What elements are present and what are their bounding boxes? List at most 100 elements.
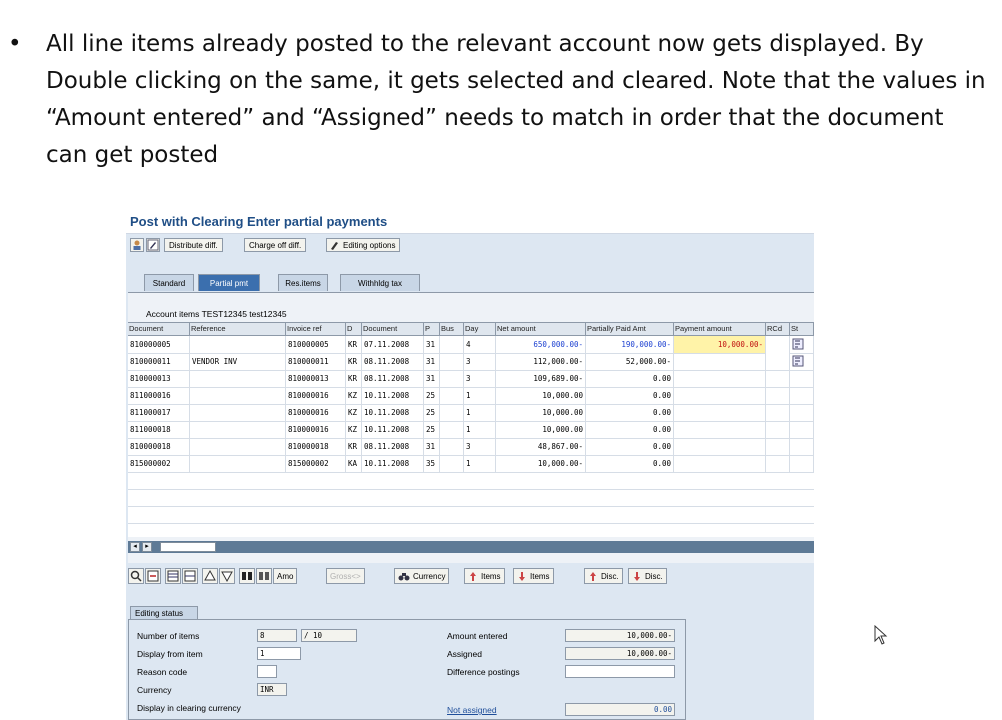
deactivate-items-icon[interactable] bbox=[256, 568, 272, 584]
not-assigned-link[interactable]: Not assigned bbox=[447, 705, 497, 715]
cell-rcd[interactable] bbox=[766, 353, 790, 370]
cell-net-amount: 48,867.00- bbox=[496, 438, 586, 455]
cell-invoice-ref: 810000016 bbox=[286, 404, 346, 421]
cell-st[interactable] bbox=[790, 404, 814, 421]
cell-st[interactable] bbox=[790, 336, 814, 353]
table-row[interactable]: 810000018 810000018 KR 08.11.2008 31 3 4… bbox=[128, 438, 814, 456]
cell-payment-amount[interactable] bbox=[674, 421, 766, 438]
cell-net-amount: 650,000.00- bbox=[496, 336, 586, 353]
cell-partially-paid: 0.00 bbox=[586, 387, 674, 404]
cell-payment-amount[interactable] bbox=[674, 353, 766, 370]
cell-st[interactable] bbox=[790, 421, 814, 438]
cell-day: 4 bbox=[464, 336, 496, 353]
col-d[interactable]: D bbox=[346, 323, 362, 335]
display-from-input[interactable]: 1 bbox=[257, 647, 301, 660]
deselect-all-icon[interactable] bbox=[182, 568, 198, 584]
cell-payment-amount[interactable] bbox=[674, 438, 766, 455]
find-icon[interactable] bbox=[128, 568, 144, 584]
sort-descending-icon[interactable] bbox=[219, 568, 235, 584]
activate-items-icon[interactable] bbox=[239, 568, 255, 584]
reason-code-input[interactable] bbox=[257, 665, 277, 678]
col-document[interactable]: Document bbox=[128, 323, 190, 335]
number-items-label: Number of items bbox=[137, 631, 200, 641]
empty-row bbox=[128, 489, 814, 507]
cell-rcd[interactable] bbox=[766, 421, 790, 438]
cell-rcd[interactable] bbox=[766, 438, 790, 455]
table-row[interactable]: 811000016 810000016 KZ 10.11.2008 25 1 1… bbox=[128, 387, 814, 405]
amount-button[interactable]: Amo bbox=[273, 568, 298, 584]
cell-bus bbox=[440, 336, 464, 353]
tab-res-items[interactable]: Res.items bbox=[278, 274, 328, 291]
scroll-left-icon[interactable]: ◂ bbox=[130, 542, 140, 552]
cell-reference bbox=[190, 455, 286, 472]
currency-button[interactable]: Currency bbox=[394, 568, 450, 584]
cell-payment-amount[interactable] bbox=[674, 370, 766, 387]
col-payment-amount[interactable]: Payment amount bbox=[674, 323, 766, 335]
sort-ascending-icon[interactable] bbox=[202, 568, 218, 584]
cell-date: 10.11.2008 bbox=[362, 421, 424, 438]
cell-reference bbox=[190, 421, 286, 438]
find-next-icon[interactable] bbox=[145, 568, 161, 584]
cell-payment-amount[interactable]: 10,000.00- bbox=[674, 336, 766, 353]
cell-date: 07.11.2008 bbox=[362, 336, 424, 353]
disc-last-button[interactable]: Disc. bbox=[628, 568, 667, 584]
scroll-right-icon[interactable]: ▸ bbox=[142, 542, 152, 552]
col-day[interactable]: Day bbox=[464, 323, 496, 335]
cell-day: 3 bbox=[464, 438, 496, 455]
tab-withholding-tax[interactable]: Withhldg tax bbox=[340, 274, 420, 291]
cell-payment-amount[interactable] bbox=[674, 404, 766, 421]
table-row[interactable]: 810000013 810000013 KR 08.11.2008 31 3 1… bbox=[128, 370, 814, 388]
tab-standard[interactable]: Standard bbox=[144, 274, 194, 291]
table-row[interactable]: 811000018 810000016 KZ 10.11.2008 25 1 1… bbox=[128, 421, 814, 439]
cell-rcd[interactable] bbox=[766, 336, 790, 353]
cell-bus bbox=[440, 404, 464, 421]
cell-invoice-ref: 815000002 bbox=[286, 455, 346, 472]
charge-off-diff-button[interactable]: Charge off diff. bbox=[244, 238, 307, 252]
cell-payment-amount[interactable] bbox=[674, 455, 766, 472]
cell-partially-paid: 0.00 bbox=[586, 421, 674, 438]
cell-st[interactable] bbox=[790, 455, 814, 472]
items-first-button[interactable]: Items bbox=[464, 568, 505, 584]
col-bus[interactable]: Bus bbox=[440, 323, 464, 335]
cell-rcd[interactable] bbox=[766, 404, 790, 421]
cell-st[interactable] bbox=[790, 353, 814, 370]
horizontal-scrollbar[interactable]: ◂ ▸ bbox=[128, 541, 814, 553]
amount-entered-label: Amount entered bbox=[447, 631, 508, 641]
gross-button[interactable]: Gross<> bbox=[326, 568, 365, 584]
col-rcd[interactable]: RCd bbox=[766, 323, 790, 335]
cell-document: 810000013 bbox=[128, 370, 190, 387]
scrollbar-thumb[interactable] bbox=[160, 542, 216, 552]
binoculars-icon bbox=[398, 573, 410, 581]
cell-day: 3 bbox=[464, 370, 496, 387]
grid-toolbar: Amo Gross<> Currency Items Items Disc. D… bbox=[128, 568, 814, 586]
cell-rcd[interactable] bbox=[766, 387, 790, 404]
table-row[interactable]: 810000005 810000005 KR 07.11.2008 31 4 6… bbox=[128, 336, 814, 354]
cell-rcd[interactable] bbox=[766, 370, 790, 387]
cell-st[interactable] bbox=[790, 387, 814, 404]
cell-st[interactable] bbox=[790, 370, 814, 387]
items-last-button[interactable]: Items bbox=[513, 568, 554, 584]
col-st[interactable]: St bbox=[790, 323, 814, 335]
col-document-date[interactable]: Document bbox=[362, 323, 424, 335]
col-net-amount[interactable]: Net amount bbox=[496, 323, 586, 335]
table-row[interactable]: 811000017 810000016 KZ 10.11.2008 25 1 1… bbox=[128, 404, 814, 422]
edit-pencil-icon[interactable] bbox=[146, 238, 160, 252]
col-invoice-ref[interactable]: Invoice ref bbox=[286, 323, 346, 335]
table-row[interactable]: 815000002 815000002 KA 10.11.2008 35 1 1… bbox=[128, 455, 814, 473]
person-icon[interactable] bbox=[130, 238, 144, 252]
cell-st[interactable] bbox=[790, 438, 814, 455]
col-p[interactable]: P bbox=[424, 323, 440, 335]
cell-rcd[interactable] bbox=[766, 455, 790, 472]
table-row[interactable]: 810000011 VENDOR INV 810000011 KR 08.11.… bbox=[128, 353, 814, 371]
editing-options-button[interactable]: Editing options bbox=[326, 238, 401, 252]
cell-payment-amount[interactable] bbox=[674, 387, 766, 404]
col-reference[interactable]: Reference bbox=[190, 323, 286, 335]
col-partially-paid[interactable]: Partially Paid Amt bbox=[586, 323, 674, 335]
arrow-up-icon bbox=[470, 572, 476, 581]
editing-status-tab: Editing status bbox=[130, 606, 198, 619]
cell-reference bbox=[190, 387, 286, 404]
distribute-diff-button[interactable]: Distribute diff. bbox=[164, 238, 223, 252]
disc-first-button[interactable]: Disc. bbox=[584, 568, 623, 584]
select-all-icon[interactable] bbox=[165, 568, 181, 584]
tab-partial-pmt[interactable]: Partial pmt bbox=[198, 274, 260, 291]
